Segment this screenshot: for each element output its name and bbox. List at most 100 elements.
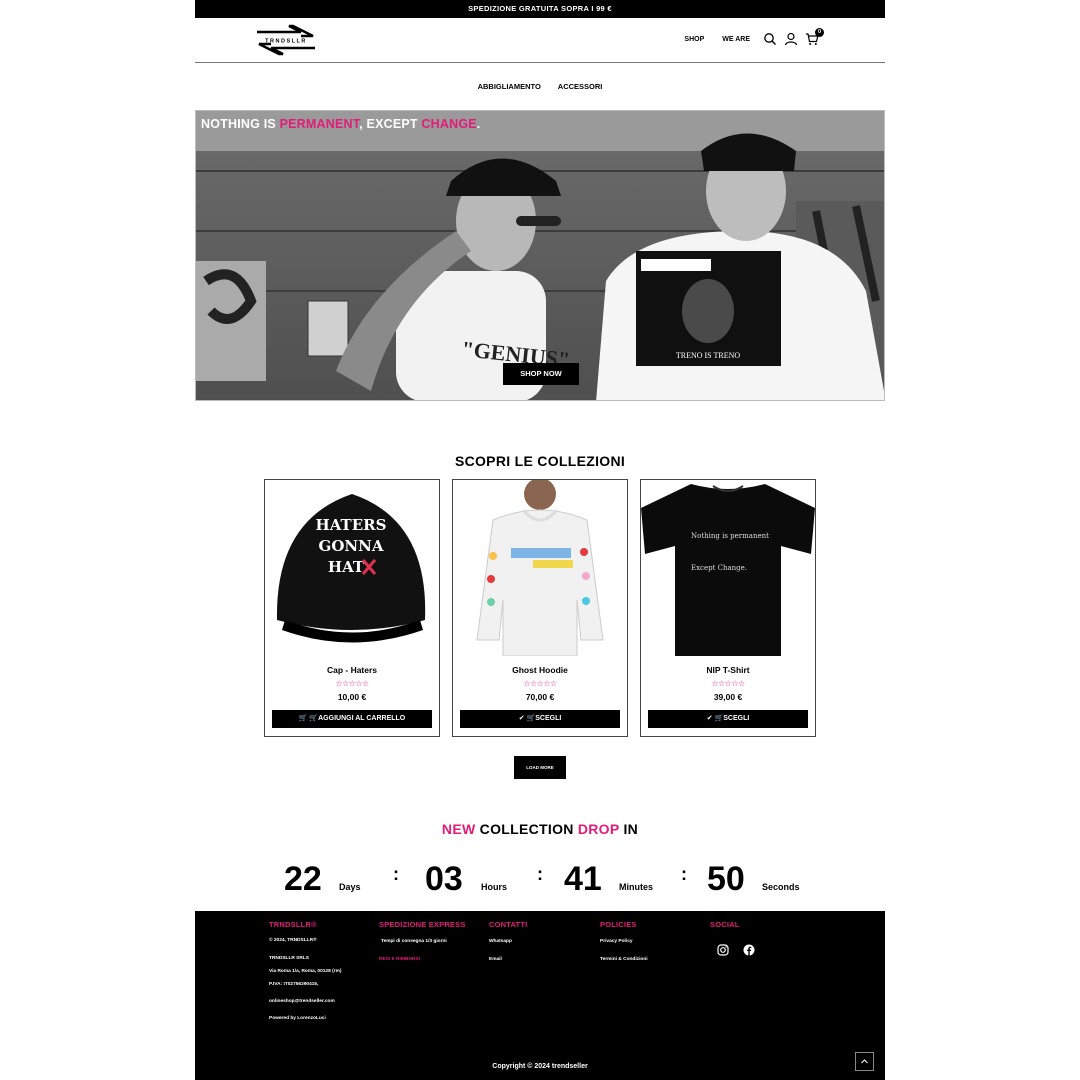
drop-title-new: NEW: [441, 821, 476, 837]
svg-text:TRENO IS TRENO: TRENO IS TRENO: [676, 351, 741, 360]
footer-brand-title: TRNDSLLR®: [269, 920, 317, 929]
product-image-tshirt[interactable]: Nothing is permanent Except Change.: [641, 480, 815, 656]
product-grid: HATERS GONNA HAT Cap - Haters ☆☆☆☆☆ 10,0…: [264, 478, 816, 737]
instagram-icon[interactable]: [717, 943, 729, 956]
footer-col-social: SOCIAL: [710, 920, 755, 956]
countdown-seconds-value: 50: [707, 860, 745, 898]
tshirt-print-line-2: Except Change.: [691, 564, 747, 572]
footer-link-email[interactable]: Email: [489, 957, 527, 962]
footer-link-terms[interactable]: Termini & Condizioni: [600, 957, 648, 962]
countdown-minutes-value: 41: [564, 860, 602, 898]
back-to-top-button[interactable]: [855, 1052, 874, 1071]
countdown-days-label: Days: [339, 882, 361, 892]
product-image-cap[interactable]: HATERS GONNA HAT: [265, 480, 439, 656]
add-to-cart-button[interactable]: 🛒 🛒AGGIUNGI AL CARRELLO: [272, 710, 432, 728]
product-rating: ☆☆☆☆☆: [335, 679, 369, 688]
header-icons: 0: [763, 28, 824, 46]
main-nav: SHOP WE ARE: [684, 36, 750, 43]
footer-powered-by[interactable]: Powered by LorenzoLuci: [269, 1016, 341, 1021]
tshirt-print-line-1: Nothing is permanent: [691, 532, 769, 540]
chevron-up-icon: [861, 1059, 868, 1064]
button-label: 🛒AGGIUNGI AL CARRELLO: [307, 715, 406, 722]
cap-print-line-1: HATERS: [316, 516, 387, 534]
facebook-icon[interactable]: [743, 943, 755, 956]
countdown-timer: 22 Days : 03 Hours : 41 Minutes : 50 Sec…: [195, 858, 885, 906]
product-image-hoodie[interactable]: [453, 478, 627, 657]
choose-button[interactable]: ✔ 🛒SCEGLI: [460, 710, 620, 728]
cap-print-line-3: HAT: [328, 558, 365, 576]
product-card[interactable]: Nothing is permanent Except Change. NIP …: [640, 479, 816, 737]
drop-title: NEW COLLECTION DROP IN: [195, 821, 885, 837]
check-icon: ✔: [518, 715, 527, 722]
product-price: 10,00 €: [337, 692, 367, 702]
footer-social-title: SOCIAL: [710, 920, 740, 929]
footer-email[interactable]: onlineshop@trendseller.com: [269, 999, 341, 1004]
footer-line: © 2024, TRNDSLLR®: [269, 938, 317, 943]
shop-now-button[interactable]: SHOP NOW: [503, 363, 579, 385]
logo-text: TRNDSLLR: [265, 39, 307, 45]
choose-button[interactable]: ✔ 🛒SCEGLI: [648, 710, 808, 728]
countdown-separator: :: [393, 864, 399, 884]
countdown-seconds-label: Seconds: [762, 882, 800, 892]
user-icon[interactable]: [784, 32, 798, 46]
footer-policies-title: POLICIES: [600, 920, 637, 929]
cap-print-line-2: GONNA: [319, 537, 384, 555]
nav-accessori[interactable]: ACCESSORI: [558, 82, 603, 91]
product-name[interactable]: NIP T-Shirt: [641, 665, 815, 675]
search-icon[interactable]: [763, 32, 777, 46]
footer-line: TRNDSLLR SRLS: [269, 956, 309, 961]
hero-photo: "GENIUS" TRENO IS TRENO: [196, 111, 884, 400]
footer-line: Via Roma 1/a, Roma, 00128 (rm): [269, 969, 342, 974]
product-price: 70,00 €: [525, 692, 555, 702]
cart-icon[interactable]: 0: [805, 28, 824, 46]
cart-count-badge: 0: [815, 28, 824, 37]
countdown-hours-label: Hours: [481, 882, 508, 892]
drop-title-in: IN: [619, 821, 639, 837]
drop-title-collection: COLLECTION: [475, 821, 578, 837]
countdown-separator: :: [681, 864, 687, 884]
check-icon: ✔: [706, 715, 715, 722]
footer-col-brand: TRNDSLLR® © 2024, TRNDSLLR® TRNDSLLR SRL…: [269, 920, 341, 1021]
category-nav: ABBIGLIAMENTO ACCESSORI: [195, 63, 885, 110]
footer-line: P.IVA: IT02756290415,: [269, 982, 319, 987]
countdown-hours-value: 03: [425, 860, 463, 898]
load-more-button[interactable]: LOAD MORE: [514, 756, 566, 779]
tagline-permanent: PERMANENT: [279, 117, 360, 131]
copyright: Copyright © 2024 trendseller: [492, 1063, 588, 1070]
footer-link-delivery-times[interactable]: Tempi di consegna 1/3 giorni: [381, 939, 466, 944]
hero-tagline: NOTHING IS PERMANENT, EXCEPT CHANGE.: [201, 117, 480, 131]
tagline-part: NOTHING IS: [201, 117, 280, 131]
button-label: 🛒SCEGLI: [714, 715, 750, 722]
product-name[interactable]: Cap - Haters: [265, 665, 439, 675]
countdown-minutes-label: Minutes: [619, 882, 654, 892]
button-label: 🛒SCEGLI: [526, 715, 562, 722]
hero-banner: "GENIUS" TRENO IS TRENO NOTHING IS PERMA…: [195, 110, 885, 401]
footer-shipping-title: SPEDIZIONE EXPRESS: [379, 920, 466, 929]
product-rating: ☆☆☆☆☆: [523, 679, 557, 688]
product-card[interactable]: HATERS GONNA HAT Cap - Haters ☆☆☆☆☆ 10,0…: [264, 479, 440, 737]
countdown-separator: :: [537, 864, 543, 884]
footer-link-returns[interactable]: RESI E RIMBORSI: [379, 957, 466, 962]
site-footer: TRNDSLLR® © 2024, TRNDSLLR® TRNDSLLR SRL…: [195, 911, 885, 1080]
product-price: 39,00 €: [713, 692, 743, 702]
drop-title-drop: DROP: [577, 821, 620, 837]
footer-col-shipping: SPEDIZIONE EXPRESS Tempi di consegna 1/3…: [379, 920, 466, 962]
footer-link-whatsapp[interactable]: Whatsapp: [489, 939, 527, 944]
nav-abbigliamento[interactable]: ABBIGLIAMENTO: [478, 82, 541, 91]
footer-col-policies: POLICIES Privacy Policy Termini & Condiz…: [600, 920, 648, 962]
page: SPEDIZIONE GRATUITA SOPRA I 99 € TRNDSLL…: [195, 0, 885, 1080]
product-card[interactable]: Ghost Hoodie ☆☆☆☆☆ 70,00 € ✔ 🛒SCEGLI: [452, 478, 628, 737]
countdown-days-value: 22: [284, 860, 322, 898]
footer-link-privacy[interactable]: Privacy Policy: [600, 939, 648, 944]
brand-logo[interactable]: TRNDSLLR: [255, 24, 317, 56]
product-rating: ☆☆☆☆☆: [711, 679, 745, 688]
footer-contacts-title: CONTATTI: [489, 920, 528, 929]
tagline-change: CHANGE: [421, 117, 477, 131]
social-icons: [717, 943, 755, 956]
site-header: TRNDSLLR SHOP WE ARE 0: [195, 18, 885, 63]
logo-mark: TRNDSLLR: [257, 24, 315, 56]
tagline-part: .: [476, 117, 481, 131]
product-name[interactable]: Ghost Hoodie: [453, 665, 627, 675]
nav-we-are[interactable]: WE ARE: [722, 36, 750, 43]
nav-shop[interactable]: SHOP: [684, 36, 704, 43]
